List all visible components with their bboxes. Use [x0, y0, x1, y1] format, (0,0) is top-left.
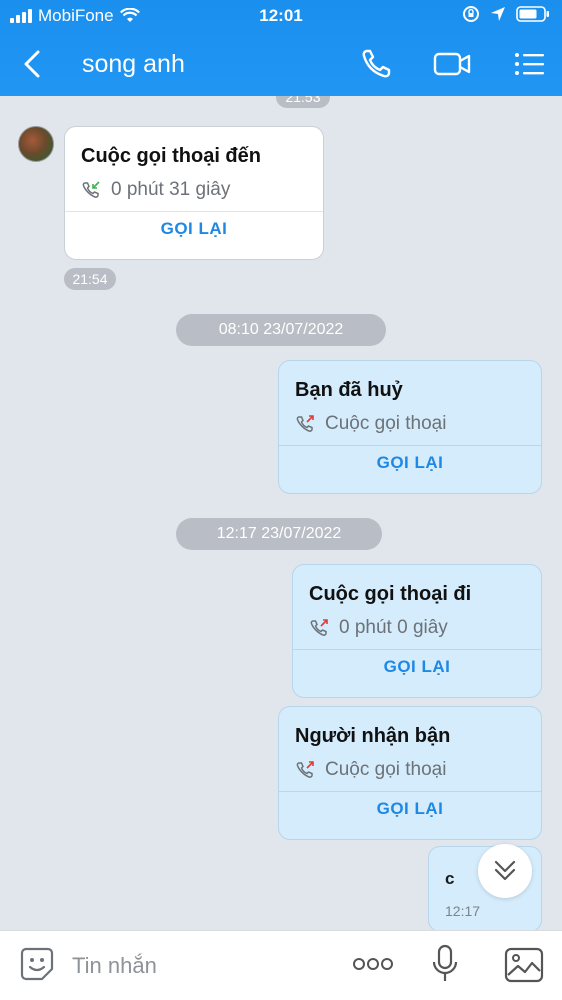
call-title: Cuộc gọi thoại đi — [309, 583, 472, 605]
message-time: 12:17 — [445, 903, 481, 919]
navigation-row: song anh — [0, 40, 562, 88]
call-detail: Cuộc gọi thoại — [295, 759, 446, 781]
call-duration: 0 phút 31 giây — [111, 179, 231, 200]
status-bar: MobiFone 12:01 — [0, 0, 562, 32]
divider — [293, 649, 541, 650]
call-back-button[interactable]: GỌI LẠI — [279, 799, 541, 819]
image-icon[interactable] — [504, 947, 544, 983]
incoming-call-icon — [82, 181, 100, 198]
message-composer: Tin nhắn — [0, 930, 562, 1000]
call-title: Cuộc gọi thoại đến — [81, 145, 261, 167]
call-detail: 0 phút 31 giây — [81, 179, 230, 201]
chat-area[interactable]: 21:53 Cuộc gọi thoại đến 0 phút 31 giây … — [0, 96, 562, 930]
call-back-button[interactable]: GỌI LẠI — [65, 219, 323, 239]
microphone-icon[interactable] — [430, 943, 460, 985]
call-type: Cuộc gọi thoại — [325, 759, 447, 780]
call-detail: 0 phút 0 giây — [309, 617, 448, 639]
cancelled-call-card: Bạn đã huỷ Cuộc gọi thoại GỌI LẠI — [278, 360, 542, 494]
lock-rotation-icon — [463, 6, 479, 22]
scroll-to-bottom-button[interactable] — [478, 844, 532, 898]
call-type: Cuộc gọi thoại — [325, 413, 447, 434]
video-call-icon[interactable] — [432, 46, 472, 82]
double-chevron-down-icon — [494, 860, 516, 881]
call-title: Người nhận bận — [295, 725, 451, 747]
conversation-title[interactable]: song anh — [82, 50, 185, 79]
divider — [65, 211, 323, 212]
busy-call-card: Người nhận bận Cuộc gọi thoại GỌI LẠI — [278, 706, 542, 840]
avatar[interactable] — [18, 126, 54, 162]
time-chip: 21:53 — [276, 96, 330, 108]
message-input[interactable]: Tin nhắn — [72, 953, 157, 979]
outgoing-call-icon — [296, 415, 314, 432]
more-options-icon[interactable] — [352, 953, 394, 975]
date-chip: 08:10 23/07/2022 — [176, 314, 386, 346]
sticker-icon[interactable] — [18, 945, 56, 983]
date-chip: 12:17 23/07/2022 — [176, 518, 382, 550]
call-back-button[interactable]: GỌI LẠI — [293, 657, 541, 677]
call-detail: Cuộc gọi thoại — [295, 413, 446, 435]
divider — [279, 445, 541, 446]
outgoing-call-card: Cuộc gọi thoại đi 0 phút 0 giây GỌI LẠI — [292, 564, 542, 698]
message-time: 21:54 — [64, 268, 116, 290]
call-title: Bạn đã huỷ — [295, 379, 403, 401]
call-back-button[interactable]: GỌI LẠI — [279, 453, 541, 473]
top-bar: MobiFone 12:01 song anh — [0, 0, 562, 96]
call-duration: 0 phút 0 giây — [339, 617, 448, 638]
message-text: c — [445, 869, 455, 888]
divider — [279, 791, 541, 792]
location-icon — [491, 7, 505, 21]
outgoing-call-icon — [296, 761, 314, 778]
phone-icon[interactable] — [358, 46, 398, 82]
menu-list-icon[interactable] — [510, 46, 550, 82]
battery-icon — [516, 6, 549, 22]
incoming-call-card: Cuộc gọi thoại đến 0 phút 31 giây GỌI LẠ… — [64, 126, 324, 260]
outgoing-call-icon — [310, 619, 328, 636]
back-icon[interactable] — [18, 48, 48, 80]
